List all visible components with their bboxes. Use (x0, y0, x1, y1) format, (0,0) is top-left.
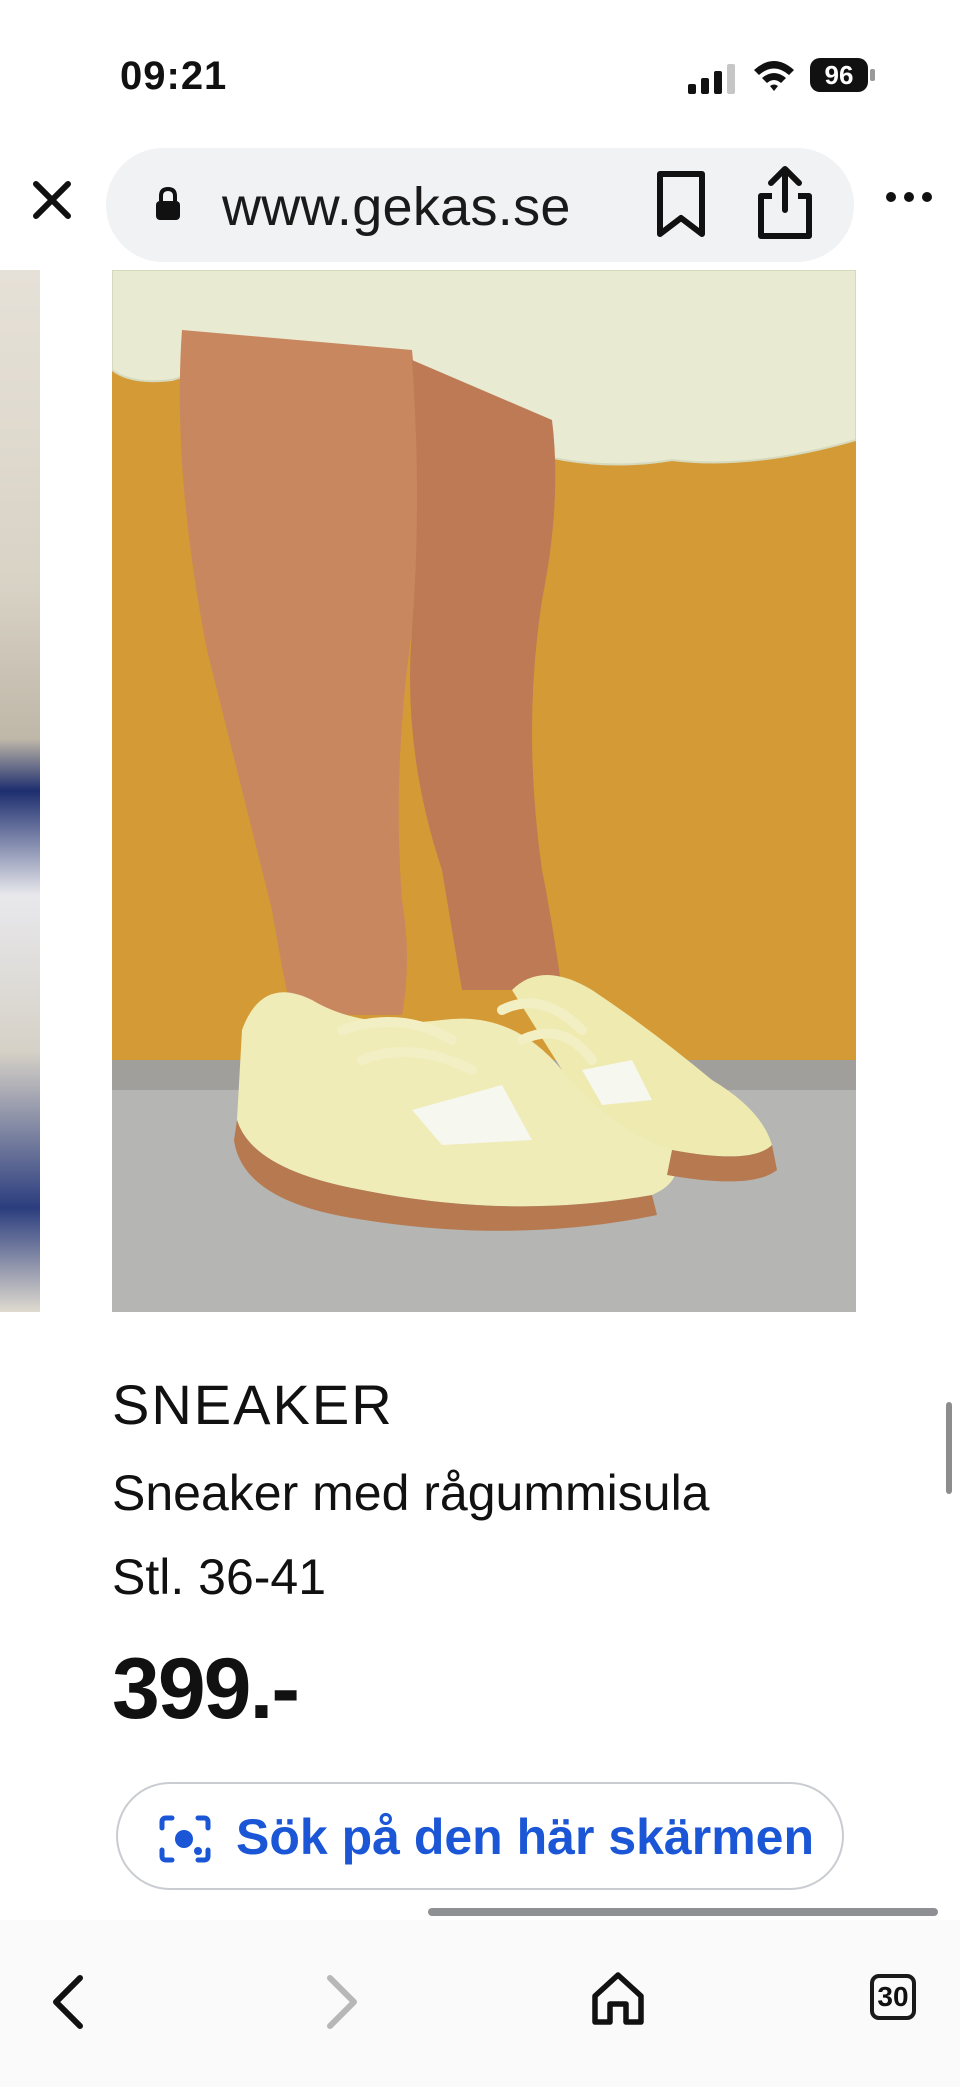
wifi-icon (754, 61, 794, 91)
tabs-icon[interactable]: 30 (870, 1974, 916, 2020)
product-name[interactable]: SNEAKER (112, 1372, 394, 1437)
battery-tip (870, 69, 875, 81)
status-bar: 09:21 96 (0, 0, 960, 140)
scrollbar[interactable] (946, 1402, 952, 1494)
home-icon[interactable] (590, 1970, 646, 2028)
search-screen-button[interactable]: Sök på den här skärmen (116, 1782, 844, 1890)
share-icon[interactable] (754, 164, 816, 242)
battery-icon: 96 (810, 58, 876, 94)
product-description: Sneaker med rågummisula (112, 1465, 710, 1521)
home-indicator (428, 1908, 938, 1916)
battery-level: 96 (810, 58, 868, 92)
sneaker-photo (112, 270, 856, 1312)
product-price: 399.- (112, 1641, 300, 1737)
bookmark-icon[interactable] (654, 170, 708, 240)
page: 09:21 96 www.gekas.se SNEAKER Sneaker me… (0, 0, 960, 2087)
close-icon[interactable] (30, 178, 74, 222)
lens-icon (159, 1815, 211, 1863)
url-text[interactable]: www.gekas.se (222, 176, 571, 238)
previous-product-image[interactable] (0, 270, 40, 1312)
more-icon[interactable] (884, 190, 934, 204)
signal-icon (688, 64, 735, 94)
forward-icon[interactable] (322, 1972, 362, 2032)
address-bar[interactable]: www.gekas.se (106, 148, 854, 262)
bottom-toolbar: 30 (0, 1920, 960, 2087)
status-time: 09:21 (120, 54, 228, 98)
product-image[interactable] (112, 270, 856, 1312)
search-screen-label: Sök på den här skärmen (236, 1809, 815, 1865)
lock-icon (156, 186, 180, 220)
back-icon[interactable] (48, 1972, 88, 2032)
product-size: Stl. 36-41 (112, 1549, 327, 1605)
